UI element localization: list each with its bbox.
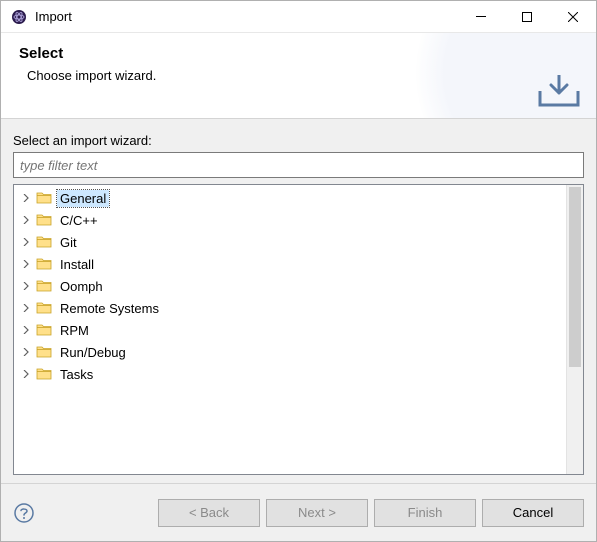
tree-item-label: Tasks <box>57 366 96 383</box>
chevron-right-icon[interactable] <box>20 192 32 204</box>
tree-item[interactable]: Tasks <box>14 363 566 385</box>
finish-button[interactable]: Finish <box>374 499 476 527</box>
close-button[interactable] <box>550 1 596 33</box>
eclipse-icon <box>11 9 27 25</box>
folder-icon <box>36 344 52 360</box>
wizard-tree[interactable]: General C/C++ Git Install Oomph Remote System… <box>14 185 566 474</box>
folder-icon <box>36 366 52 382</box>
page-title: Select <box>19 45 578 62</box>
tree-item[interactable]: General <box>14 187 566 209</box>
folder-icon <box>36 256 52 272</box>
page-subtitle: Choose import wizard. <box>27 68 578 83</box>
tree-label: Select an import wizard: <box>13 133 584 148</box>
button-bar: < Back Next > Finish Cancel <box>1 483 596 541</box>
titlebar: Import <box>1 1 596 33</box>
chevron-right-icon[interactable] <box>20 368 32 380</box>
chevron-right-icon[interactable] <box>20 346 32 358</box>
tree-item-label: Remote Systems <box>57 300 162 317</box>
content-area: Select an import wizard: General C/C++ Git… <box>1 119 596 483</box>
minimize-button[interactable] <box>458 1 504 33</box>
tree-item[interactable]: RPM <box>14 319 566 341</box>
chevron-right-icon[interactable] <box>20 214 32 226</box>
help-icon[interactable] <box>13 502 35 524</box>
tree-item-label: Oomph <box>57 278 106 295</box>
folder-icon <box>36 278 52 294</box>
tree-item-label: C/C++ <box>57 212 101 229</box>
folder-icon <box>36 212 52 228</box>
maximize-button[interactable] <box>504 1 550 33</box>
scrollbar-thumb[interactable] <box>569 187 581 367</box>
import-icon <box>538 75 580 112</box>
tree-item-label: Git <box>57 234 80 251</box>
tree-item[interactable]: Oomph <box>14 275 566 297</box>
chevron-right-icon[interactable] <box>20 280 32 292</box>
tree-item[interactable]: Install <box>14 253 566 275</box>
tree-item[interactable]: Run/Debug <box>14 341 566 363</box>
folder-icon <box>36 300 52 316</box>
cancel-button[interactable]: Cancel <box>482 499 584 527</box>
folder-icon <box>36 190 52 206</box>
chevron-right-icon[interactable] <box>20 324 32 336</box>
back-button[interactable]: < Back <box>158 499 260 527</box>
tree-item-label: Install <box>57 256 97 273</box>
chevron-right-icon[interactable] <box>20 236 32 248</box>
filter-input[interactable] <box>13 152 584 178</box>
tree-item[interactable]: C/C++ <box>14 209 566 231</box>
folder-icon <box>36 234 52 250</box>
folder-icon <box>36 322 52 338</box>
tree-item-label: Run/Debug <box>57 344 129 361</box>
tree-item[interactable]: Git <box>14 231 566 253</box>
chevron-right-icon[interactable] <box>20 258 32 270</box>
wizard-banner: Select Choose import wizard. <box>1 33 596 119</box>
chevron-right-icon[interactable] <box>20 302 32 314</box>
window-title: Import <box>35 9 458 24</box>
tree-container: General C/C++ Git Install Oomph Remote System… <box>13 184 584 475</box>
next-button[interactable]: Next > <box>266 499 368 527</box>
tree-item-label: General <box>57 190 109 207</box>
tree-item[interactable]: Remote Systems <box>14 297 566 319</box>
scrollbar[interactable] <box>566 185 583 474</box>
tree-item-label: RPM <box>57 322 92 339</box>
